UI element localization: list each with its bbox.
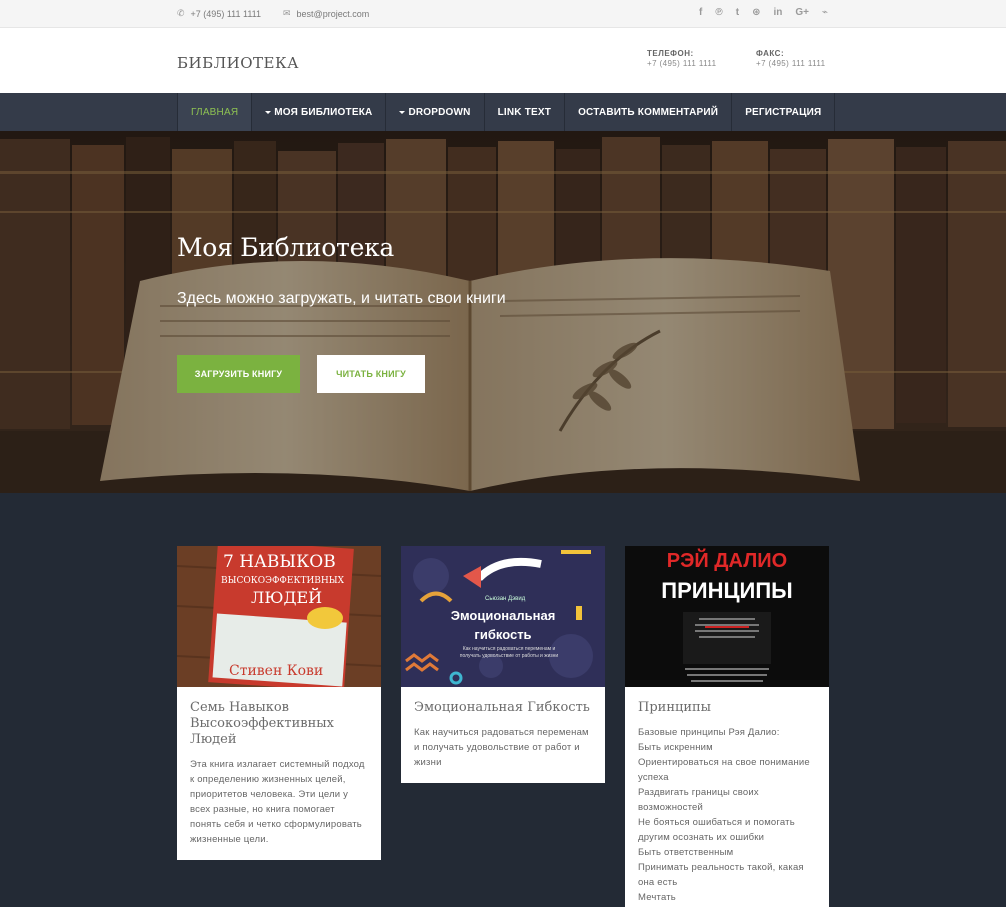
googleplus-icon[interactable]: G+: [795, 7, 809, 19]
book-cover[interactable]: Сьюзан Дэвид Эмоциональная гибкость Как …: [401, 546, 605, 687]
book-card-principles[interactable]: РЭЙ ДАЛИО ПРИНЦИПЫ Принципы Базовые прин…: [625, 546, 829, 907]
nav-item-label: LINK TEXT: [497, 106, 552, 118]
book-description: Как научиться радоваться переменам и пол…: [414, 727, 589, 768]
book-cover[interactable]: 7 НАВЫКОВ ВЫСОКОЭФФЕКТИВНЫХ ЛЮДЕЙ Стивен…: [177, 546, 381, 687]
envelope-icon: ✉: [283, 8, 291, 18]
cover-title-low: ЛЮДЕЙ: [251, 588, 323, 607]
top-phone: ✆ +7 (495) 111 1111: [177, 8, 261, 19]
fax-value: +7 (495) 111 1111: [756, 59, 826, 68]
top-bar: ✆ +7 (495) 111 1111 ✉ best@project.com f…: [0, 0, 1006, 28]
twitter-icon[interactable]: t: [736, 7, 739, 19]
book-cover[interactable]: РЭЙ ДАЛИО ПРИНЦИПЫ: [625, 546, 829, 687]
book-title[interactable]: Принципы: [625, 687, 829, 716]
read-book-button[interactable]: ЧИТАТЬ КНИГУ: [317, 355, 425, 393]
cover-title: Эмоциональная гибкость: [450, 608, 556, 642]
nav-item-home[interactable]: ГЛАВНАЯ: [177, 93, 252, 131]
main-nav: ГЛАВНАЯ МОЯ БИБЛИОТЕКА DROPDOWN LINK TEX…: [0, 93, 1006, 131]
top-email[interactable]: ✉ best@project.com: [283, 8, 369, 19]
nav-item-link-text[interactable]: LINK TEXT: [483, 93, 564, 131]
cover-title: ПРИНЦИПЫ: [661, 578, 793, 603]
phone-label: ТЕЛЕФОН:: [647, 49, 694, 58]
site-header: БИБЛИОТЕКА ТЕЛЕФОН: +7 (495) 111 1111 ФА…: [0, 28, 1006, 93]
header-fax: ФАКС: +7 (495) 111 1111: [756, 49, 825, 69]
nav-item-label: ГЛАВНАЯ: [191, 106, 239, 118]
phone-value: +7 (495) 111 1111: [647, 59, 717, 68]
cover-author: РЭЙ ДАЛИО: [666, 550, 788, 572]
nav-item-register[interactable]: РЕГИСТРАЦИЯ: [731, 93, 836, 131]
cover-author: Сьюзан Дэвид: [485, 596, 526, 602]
cover-title-mid: ВЫСОКОЭФФЕКТИВНЫХ: [221, 576, 345, 586]
top-email-text[interactable]: best@project.com: [297, 9, 370, 19]
book-description: Базовые принципы Рэя Далио: Быть искренн…: [625, 716, 829, 905]
caret-down-icon: [265, 110, 272, 114]
dribbble-icon[interactable]: ⊛: [752, 7, 760, 19]
principle-line: Быть ответственным: [638, 847, 734, 858]
facebook-icon[interactable]: f: [699, 7, 702, 19]
phone-icon: ✆: [177, 8, 185, 18]
book-card-emotional-agility[interactable]: Сьюзан Дэвид Эмоциональная гибкость Как …: [401, 546, 605, 783]
book-description: Эта книга излагает системный подход к оп…: [190, 759, 365, 845]
hero-overlay: [0, 131, 1006, 493]
hero-title: Моя Библиотека: [177, 233, 395, 262]
caret-down-icon: [399, 110, 406, 114]
principle-line: Принимать реальность такой, какая она ес…: [638, 862, 804, 888]
header-phone: ТЕЛЕФОН: +7 (495) 111 1111: [647, 49, 716, 69]
nav-item-comment[interactable]: ОСТАВИТЬ КОММЕНТАРИЙ: [564, 93, 731, 131]
top-phone-text: +7 (495) 111 1111: [190, 8, 262, 19]
linkedin-icon[interactable]: in: [773, 7, 782, 19]
principle-line: Не бояться ошибаться и помогать другим о…: [638, 817, 795, 843]
cover-author: Стивен Кови: [229, 663, 324, 679]
book-title[interactable]: Семь Навыков Высокоэффективных Людей: [177, 687, 381, 748]
nav-item-dropdown[interactable]: DROPDOWN: [385, 93, 483, 131]
principle-line: Ориентироваться на свое понимание успеха: [638, 757, 810, 783]
nav-item-my-library[interactable]: МОЯ БИБЛИОТЕКА: [251, 93, 385, 131]
cover-title-top: 7 НАВЫКОВ: [223, 552, 336, 572]
principle-line: Мечтать: [638, 892, 676, 903]
pinterest-icon[interactable]: ℗: [715, 7, 722, 19]
hero-subtitle: Здесь можно загружать, и читать свои кни…: [177, 290, 506, 307]
fax-label: ФАКС:: [756, 49, 785, 58]
book-title[interactable]: Эмоциональная Гибкость: [401, 687, 605, 716]
nav-item-label: РЕГИСТРАЦИЯ: [745, 106, 822, 118]
nav-item-label: ОСТАВИТЬ КОММЕНТАРИЙ: [578, 106, 719, 118]
nav-item-label: DROPDOWN: [408, 106, 471, 118]
upload-book-button[interactable]: ЗАГРУЗИТЬ КНИГУ: [177, 355, 300, 393]
principle-line: Базовые принципы Рэя Далио:: [638, 727, 780, 738]
principle-line: Раздвигать границы своих возможностей: [638, 787, 759, 813]
book-card-7-habits[interactable]: 7 НАВЫКОВ ВЫСОКОЭФФЕКТИВНЫХ ЛЮДЕЙ Стивен…: [177, 546, 381, 860]
principle-line: Быть искренним: [638, 742, 713, 753]
hero-banner: Моя Библиотека Здесь можно загружать, и …: [0, 131, 1006, 493]
rss-icon[interactable]: ⌁: [822, 7, 828, 19]
nav-item-label: МОЯ БИБЛИОТЕКА: [274, 106, 373, 118]
social-links: f ℗ t ⊛ in G+ ⌁: [699, 7, 828, 19]
cover-subtitle: Как научиться радоваться переменам и пол…: [459, 646, 559, 659]
site-logo[interactable]: БИБЛИОТЕКА: [177, 54, 299, 72]
